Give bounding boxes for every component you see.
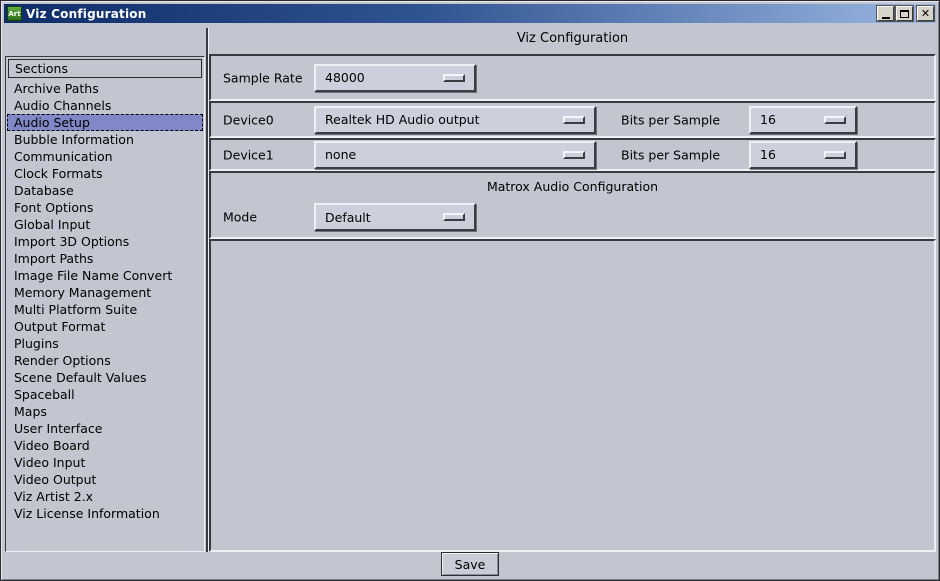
close-icon: ✕ (921, 6, 930, 21)
sidebar-item[interactable]: Video Input (7, 454, 203, 471)
dropdown-indicator-icon (443, 213, 465, 221)
device1-dropdown[interactable]: none (314, 141, 596, 169)
sample-rate-panel: Sample Rate 48000 (209, 54, 936, 101)
sidebar-item[interactable]: Scene Default Values (7, 369, 203, 386)
sidebar-item[interactable]: Plugins (7, 335, 203, 352)
dropdown-indicator-icon (443, 74, 465, 82)
sidebar-item[interactable]: Bubble Information (7, 131, 203, 148)
matrox-audio-header: Matrox Audio Configuration (211, 179, 934, 194)
device0-label: Device0 (223, 112, 274, 127)
maximize-icon (900, 10, 909, 18)
sections-header: Sections (8, 59, 202, 78)
sidebar-item[interactable]: Image File Name Convert (7, 267, 203, 284)
device1-panel: Device1 none Bits per Sample 16 (209, 138, 936, 171)
title-bar[interactable]: Art Viz Configuration ✕ (4, 4, 936, 23)
dropdown-indicator-icon (563, 116, 585, 124)
sidebar-item[interactable]: Spaceball (7, 386, 203, 403)
device1-bits-per-sample-value: 16 (760, 147, 776, 162)
sidebar-item[interactable]: Font Options (7, 199, 203, 216)
sidebar-item[interactable]: Database (7, 182, 203, 199)
sidebar-item[interactable]: Viz Artist 2.x (7, 488, 203, 505)
sidebar-item[interactable]: Audio Setup (7, 114, 203, 131)
sidebar-item[interactable]: Memory Management (7, 284, 203, 301)
sidebar-item[interactable]: Global Input (7, 216, 203, 233)
device1-value: none (325, 147, 356, 162)
mode-label: Mode (223, 210, 257, 225)
device1-bits-per-sample-label: Bits per Sample (621, 147, 720, 162)
page-title: Viz Configuration (209, 31, 936, 46)
sidebar-item[interactable]: Audio Channels (7, 97, 203, 114)
dropdown-indicator-icon (824, 151, 846, 159)
window-title: Viz Configuration (26, 7, 146, 21)
device0-bits-per-sample-dropdown[interactable]: 16 (749, 106, 857, 134)
viz-artist-app-icon[interactable]: Art (7, 6, 22, 21)
dropdown-indicator-icon (563, 151, 585, 159)
sidebar-item[interactable]: Archive Paths (7, 80, 203, 97)
device0-bits-per-sample-label: Bits per Sample (621, 112, 720, 127)
save-button[interactable]: Save (441, 552, 499, 576)
empty-content-panel (209, 239, 936, 552)
sidebar-item[interactable]: Maps (7, 403, 203, 420)
device1-label: Device1 (223, 147, 274, 162)
sidebar-item[interactable]: Viz License Information (7, 505, 203, 522)
sidebar-main-divider (206, 28, 208, 552)
device0-dropdown[interactable]: Realtek HD Audio output (314, 106, 596, 134)
mode-value: Default (325, 210, 371, 225)
sidebar-item[interactable]: Import 3D Options (7, 233, 203, 250)
device0-panel: Device0 Realtek HD Audio output Bits per… (209, 101, 936, 138)
sidebar-item[interactable]: Render Options (7, 352, 203, 369)
sidebar-item[interactable]: Import Paths (7, 250, 203, 267)
sample-rate-value: 48000 (325, 70, 365, 85)
sidebar-item[interactable]: Clock Formats (7, 165, 203, 182)
maximize-button[interactable] (896, 6, 913, 21)
sidebar-item[interactable]: Video Output (7, 471, 203, 488)
matrox-mode-row: Mode Default (211, 199, 934, 235)
mode-dropdown[interactable]: Default (314, 203, 476, 231)
sections-sidebar: Sections Archive Paths Audio Channels Au… (5, 56, 205, 552)
sidebar-item[interactable]: Multi Platform Suite (7, 301, 203, 318)
sample-rate-label: Sample Rate (223, 70, 303, 85)
window-controls: ✕ (875, 6, 934, 21)
sidebar-item[interactable]: Output Format (7, 318, 203, 335)
device0-value: Realtek HD Audio output (325, 112, 479, 127)
close-button[interactable]: ✕ (917, 6, 934, 21)
sections-list: Archive Paths Audio Channels Audio Setup… (7, 80, 203, 522)
sidebar-item[interactable]: Video Board (7, 437, 203, 454)
viz-configuration-window: Art Viz Configuration ✕ Sections Archive… (0, 0, 940, 581)
device0-bits-per-sample-value: 16 (760, 112, 776, 127)
device1-bits-per-sample-dropdown[interactable]: 16 (749, 141, 857, 169)
sidebar-item[interactable]: Communication (7, 148, 203, 165)
sample-rate-dropdown[interactable]: 48000 (314, 64, 476, 92)
sidebar-item[interactable]: User Interface (7, 420, 203, 437)
dropdown-indicator-icon (824, 116, 846, 124)
minimize-button[interactable] (877, 6, 894, 21)
minimize-icon (882, 17, 890, 19)
matrox-audio-panel: Matrox Audio Configuration Mode Default (209, 171, 936, 239)
